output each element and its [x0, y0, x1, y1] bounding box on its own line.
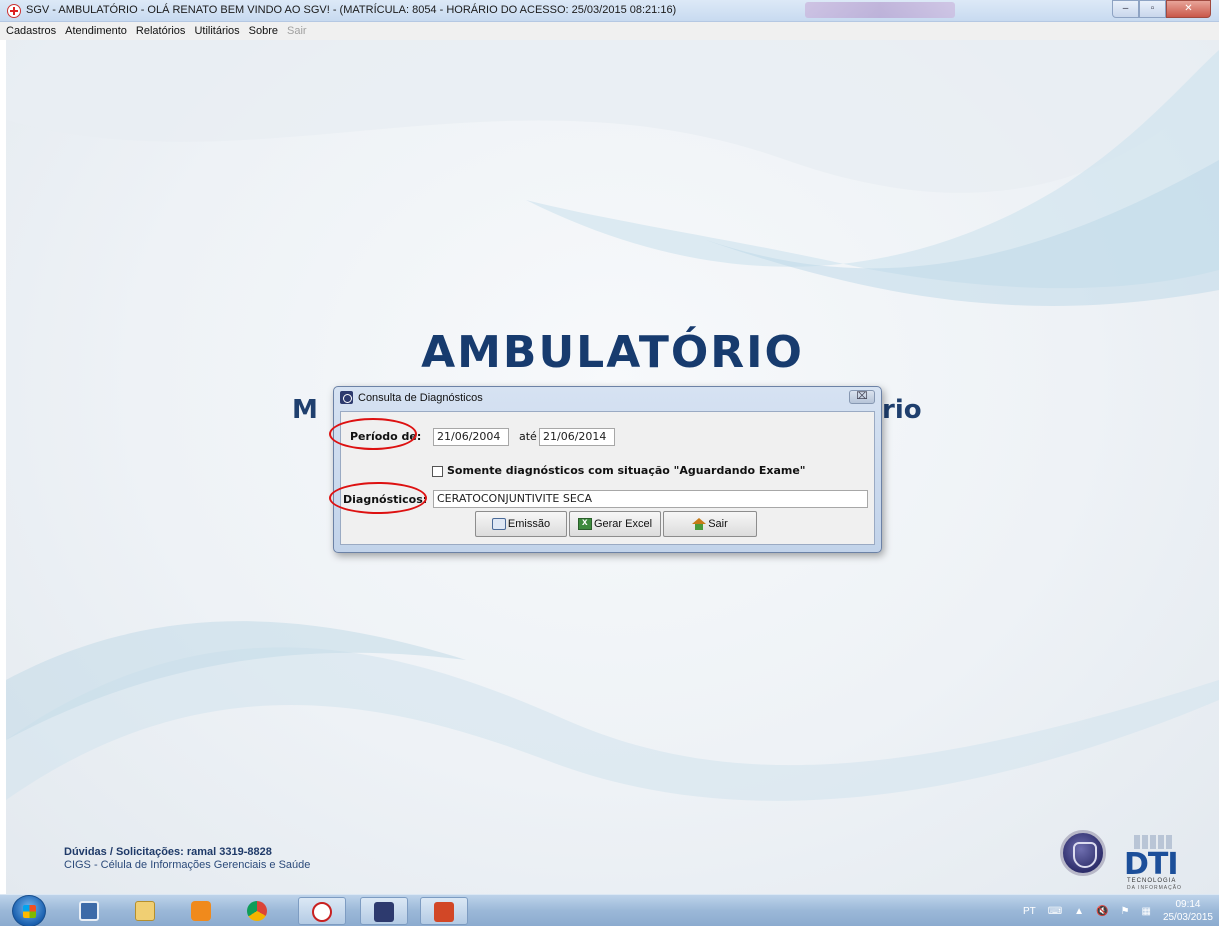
- dialog-app-icon: [340, 391, 353, 404]
- taskbar-item-dialog[interactable]: [360, 897, 408, 925]
- powerpoint-icon: [434, 902, 454, 922]
- excel-icon: [577, 517, 592, 530]
- action-center-flag-icon[interactable]: ⚑: [1121, 906, 1130, 917]
- emissao-button[interactable]: Emissão: [475, 511, 567, 537]
- minimize-icon[interactable]: –: [1112, 0, 1139, 18]
- title-bar-highlight: [805, 2, 955, 18]
- headline: AMBULATÓRIO: [421, 327, 804, 378]
- chrome-icon: [247, 901, 267, 921]
- subhead-right: rio: [882, 395, 922, 425]
- volume-muted-icon[interactable]: 🔇: [1096, 906, 1108, 917]
- support-contact: Dúvidas / Solicitações: ramal 3319-8828: [64, 846, 272, 858]
- folder-icon: [135, 901, 155, 921]
- app-icon: [7, 4, 21, 18]
- annotation-circle-diagnosticos: [329, 482, 427, 514]
- menu-cadastros[interactable]: Cadastros: [6, 25, 56, 37]
- menu-sobre[interactable]: Sobre: [249, 25, 278, 37]
- close-icon[interactable]: ✕: [1166, 0, 1211, 18]
- window-controls: – ▫ ✕: [1112, 0, 1211, 18]
- media-player-icon: [191, 901, 211, 921]
- window-icon: [79, 901, 99, 921]
- dti-logo-subtitle: TECNOLOGIA: [1127, 878, 1177, 884]
- taskbar-item-explorer-window[interactable]: [66, 897, 114, 925]
- dialog-title: Consulta de Diagnósticos: [358, 392, 483, 404]
- dialog-app-taskbar-icon: [374, 902, 394, 922]
- taskbar-item-media-player[interactable]: [178, 897, 226, 925]
- diagnosticos-field[interactable]: CERATOCONJUNTIVITE SECA: [433, 490, 868, 508]
- clock-time: 09:14: [1175, 899, 1201, 910]
- dti-logo: DTI TECNOLOGIA DA INFORMAÇÃO: [1124, 835, 1188, 891]
- home-icon: [692, 518, 707, 530]
- institution-seal-icon: [1060, 830, 1106, 876]
- dialog-close-button[interactable]: ⌧: [849, 390, 875, 404]
- window-title: SGV - AMBULATÓRIO - OLÁ RENATO BEM VINDO…: [26, 4, 677, 16]
- menu-bar: Cadastros Atendimento Relatórios Utilitá…: [0, 22, 1219, 40]
- dti-logo-text: DTI: [1124, 847, 1179, 882]
- language-indicator[interactable]: PT: [1023, 906, 1036, 917]
- clock[interactable]: 09:14 25/03/2015: [1163, 898, 1213, 924]
- printer-icon: [491, 518, 506, 530]
- aguardando-exame-checkbox[interactable]: [432, 466, 443, 477]
- sair-button[interactable]: Sair: [663, 511, 757, 537]
- maximize-icon[interactable]: ▫: [1139, 0, 1166, 18]
- gerar-excel-label: Gerar Excel: [593, 518, 653, 530]
- emissao-label: Emissão: [507, 518, 551, 530]
- taskbar: PT ⌨ ▲ 🔇 ⚑ ▦ 09:14 25/03/2015: [0, 894, 1219, 926]
- taskbar-item-file-explorer[interactable]: [122, 897, 170, 925]
- consulta-diagnosticos-dialog: Consulta de Diagnósticos ⌧ Período de: 2…: [333, 386, 882, 553]
- keyboard-icon[interactable]: ⌨: [1048, 906, 1062, 917]
- aguardando-exame-label: Somente diagnósticos com situação "Aguar…: [447, 464, 806, 477]
- clock-date: 25/03/2015: [1162, 912, 1213, 923]
- sair-label: Sair: [708, 518, 728, 530]
- ate-label: até: [519, 430, 537, 443]
- system-tray: PT ⌨ ▲ 🔇 ⚑ ▦ 09:14 25/03/2015: [1023, 895, 1213, 926]
- red-cross-icon: [312, 902, 332, 922]
- menu-relatorios[interactable]: Relatórios: [136, 25, 186, 37]
- menu-sair[interactable]: Sair: [287, 25, 307, 37]
- periodo-to-field[interactable]: 21/06/2014: [539, 428, 615, 446]
- show-hidden-icons-icon[interactable]: ▲: [1074, 906, 1084, 917]
- periodo-from-field[interactable]: 21/06/2004: [433, 428, 509, 446]
- taskbar-item-powerpoint[interactable]: [420, 897, 468, 925]
- window-title-bar: SGV - AMBULATÓRIO - OLÁ RENATO BEM VINDO…: [0, 0, 1219, 22]
- menu-atendimento[interactable]: Atendimento: [65, 25, 127, 37]
- gerar-excel-button[interactable]: Gerar Excel: [569, 511, 661, 537]
- dialog-body: Período de: 21/06/2004 até 21/06/2014 So…: [340, 411, 875, 545]
- subhead-left: M: [292, 395, 318, 425]
- start-button[interactable]: [12, 895, 46, 926]
- taskbar-item-sgv[interactable]: [298, 897, 346, 925]
- organization-name: CIGS - Célula de Informações Gerenciais …: [64, 859, 311, 871]
- taskbar-item-chrome[interactable]: [234, 897, 282, 925]
- dti-logo-subtitle-2: DA INFORMAÇÃO: [1127, 885, 1182, 891]
- menu-utilitarios[interactable]: Utilitários: [194, 25, 239, 37]
- annotation-circle-periodo: [329, 418, 417, 450]
- network-icon[interactable]: ▦: [1141, 906, 1150, 917]
